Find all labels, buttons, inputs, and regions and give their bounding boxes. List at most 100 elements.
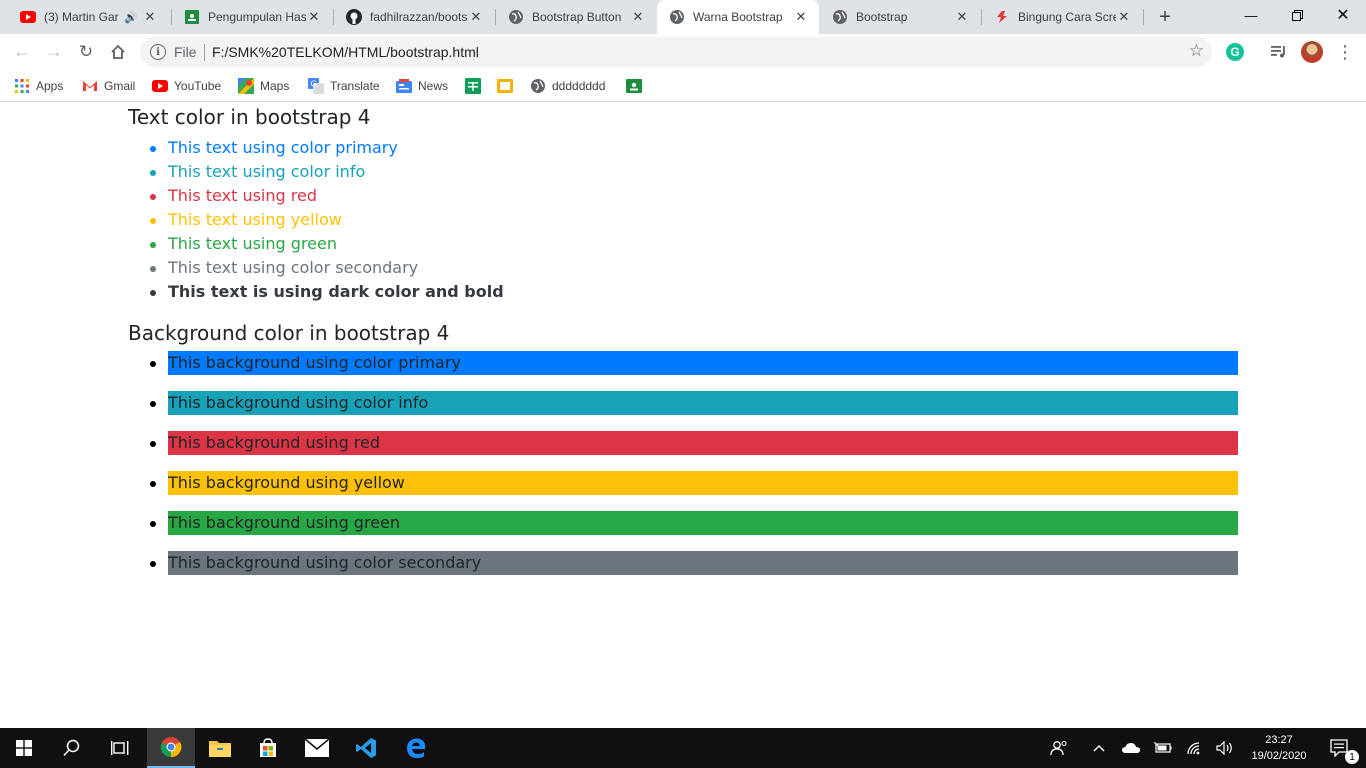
bookmark-label: Maps: [260, 79, 290, 93]
address-bar[interactable]: i File F:/SMK%20TELKOM/HTML/bootstrap.ht…: [140, 37, 1212, 67]
home-button[interactable]: [104, 38, 132, 66]
bookmark-gmail[interactable]: Gmail: [82, 77, 135, 95]
gmail-icon: [82, 78, 98, 94]
forward-button[interactable]: →: [40, 38, 68, 66]
bookmark-translate[interactable]: G Translate: [308, 77, 380, 95]
people-icon[interactable]: [1046, 728, 1072, 768]
text-color-heading: Text color in bootstrap 4: [128, 105, 371, 129]
mail-icon[interactable]: [293, 728, 341, 768]
chevron-up-icon[interactable]: [1088, 728, 1110, 768]
list-item: This text using color primary: [128, 136, 1238, 160]
translate-icon: G: [308, 78, 324, 94]
search-icon[interactable]: [48, 728, 96, 768]
globe-icon: [508, 9, 524, 25]
list-item: This background using color secondary: [128, 551, 1238, 591]
list-item: This text using color secondary: [128, 256, 1238, 280]
apps-grid-icon: [14, 78, 30, 94]
tab-bingung[interactable]: Bingung Cara Scre ✕: [982, 0, 1142, 34]
tab-title: Bingung Cara Scre: [1018, 10, 1116, 24]
tab-title: Warna Bootstrap: [693, 10, 783, 24]
minimize-button[interactable]: —: [1228, 0, 1274, 30]
chrome-icon[interactable]: [147, 728, 195, 768]
brand-icon: [994, 9, 1010, 25]
tab-youtube[interactable]: (3) Martin Gar 🔊 ✕: [8, 0, 168, 34]
close-tab-icon[interactable]: ✕: [630, 9, 646, 25]
new-tab-button[interactable]: +: [1153, 5, 1177, 29]
text-color-list: This text using color primary This text …: [128, 136, 1238, 304]
close-tab-icon[interactable]: ✕: [142, 9, 158, 25]
media-queue-icon[interactable]: [1268, 41, 1290, 63]
tab-pengumpulan[interactable]: Pengumpulan Has ✕: [172, 0, 332, 34]
system-clock[interactable]: 23:27 19/02/2020: [1240, 732, 1318, 764]
file-explorer-icon[interactable]: [196, 728, 244, 768]
close-tab-icon[interactable]: ✕: [954, 9, 970, 25]
slides-icon: [497, 78, 513, 94]
bookmark-label: Translate: [330, 79, 380, 93]
globe-icon: [669, 9, 685, 25]
list-item: This background using yellow: [128, 471, 1238, 511]
list-item: This text using green: [128, 232, 1238, 256]
bookmark-apps[interactable]: Apps: [14, 77, 63, 95]
bg-secondary-bar: This background using color secondary: [168, 551, 1238, 575]
bookmark-news[interactable]: News: [396, 77, 448, 95]
battery-icon[interactable]: [1152, 728, 1174, 768]
volume-icon[interactable]: [1214, 728, 1236, 768]
close-tab-icon[interactable]: ✕: [1116, 9, 1132, 25]
page-content: Text color in bootstrap 4 This text usin…: [0, 103, 1366, 728]
bookmark-slides[interactable]: [497, 77, 519, 95]
list-item: This text is using dark color and bold: [128, 280, 1238, 304]
tab-title: (3) Martin Gar: [44, 10, 119, 24]
bookmark-classroom[interactable]: [626, 77, 648, 95]
onedrive-icon[interactable]: [1120, 728, 1142, 768]
tab-bootstrap-button[interactable]: Bootstrap Button ✕: [496, 0, 656, 34]
background-color-list: This background using color primary This…: [128, 351, 1238, 591]
task-view-icon[interactable]: [96, 728, 144, 768]
speaker-icon[interactable]: 🔊: [124, 11, 138, 24]
list-item: This background using color info: [128, 391, 1238, 431]
back-button[interactable]: ←: [8, 38, 36, 66]
restore-button[interactable]: [1274, 0, 1320, 30]
close-tab-icon[interactable]: ✕: [793, 9, 809, 25]
tab-bootstrap[interactable]: Bootstrap ✕: [820, 0, 980, 34]
bookmark-dddddddd[interactable]: dddddddd: [530, 77, 605, 95]
list-item: This text using red: [128, 184, 1238, 208]
bookmark-label: News: [418, 79, 449, 93]
bg-success-bar: This background using green: [168, 511, 1238, 535]
bookmark-star-icon[interactable]: ☆: [1189, 41, 1204, 61]
tab-title: Bootstrap Button: [532, 10, 622, 24]
list-item: This background using red: [128, 431, 1238, 471]
close-tab-icon[interactable]: ✕: [306, 9, 322, 25]
close-tab-icon[interactable]: ✕: [468, 9, 484, 25]
list-item: This text using yellow: [128, 208, 1238, 232]
tab-github[interactable]: fadhilrazzan/boots ✕: [334, 0, 494, 34]
close-window-button[interactable]: ✕: [1320, 0, 1366, 30]
reload-button[interactable]: ↻: [72, 38, 100, 66]
tab-title: fadhilrazzan/boots: [370, 10, 468, 24]
microsoft-store-icon[interactable]: [244, 728, 292, 768]
grammarly-icon[interactable]: G: [1226, 43, 1244, 61]
info-icon[interactable]: i: [150, 44, 166, 60]
bookmark-label: Gmail: [104, 79, 136, 93]
notification-center-icon[interactable]: 1: [1320, 728, 1360, 768]
bookmarks-bar: Apps Gmail YouTube Maps G Translate News…: [0, 70, 1366, 102]
globe-icon: [530, 78, 546, 94]
classroom-icon: [626, 78, 642, 94]
bg-danger-bar: This background using red: [168, 431, 1238, 455]
tab-warna-bootstrap[interactable]: Warna Bootstrap ✕: [657, 0, 819, 34]
bg-warning-bar: This background using yellow: [168, 471, 1238, 495]
wifi-icon[interactable]: [1184, 728, 1206, 768]
edge-icon[interactable]: [392, 728, 440, 768]
bookmark-sheets[interactable]: [465, 77, 487, 95]
bookmark-youtube[interactable]: YouTube: [152, 77, 221, 95]
menu-icon[interactable]: ⋮: [1334, 41, 1356, 63]
tab-title: Bootstrap: [856, 10, 908, 24]
tab-title: Pengumpulan Has: [208, 10, 306, 24]
address-url[interactable]: F:/SMK%20TELKOM/HTML/bootstrap.html: [212, 44, 479, 60]
bookmark-maps[interactable]: Maps: [238, 77, 289, 95]
windows-start-icon[interactable]: [0, 728, 48, 768]
vscode-icon[interactable]: [342, 728, 390, 768]
list-item: This background using green: [128, 511, 1238, 551]
profile-avatar[interactable]: [1301, 41, 1323, 63]
tab-strip: (3) Martin Gar 🔊 ✕ Pengumpulan Has ✕ fad…: [0, 0, 1366, 34]
bookmark-label: Apps: [36, 79, 64, 93]
